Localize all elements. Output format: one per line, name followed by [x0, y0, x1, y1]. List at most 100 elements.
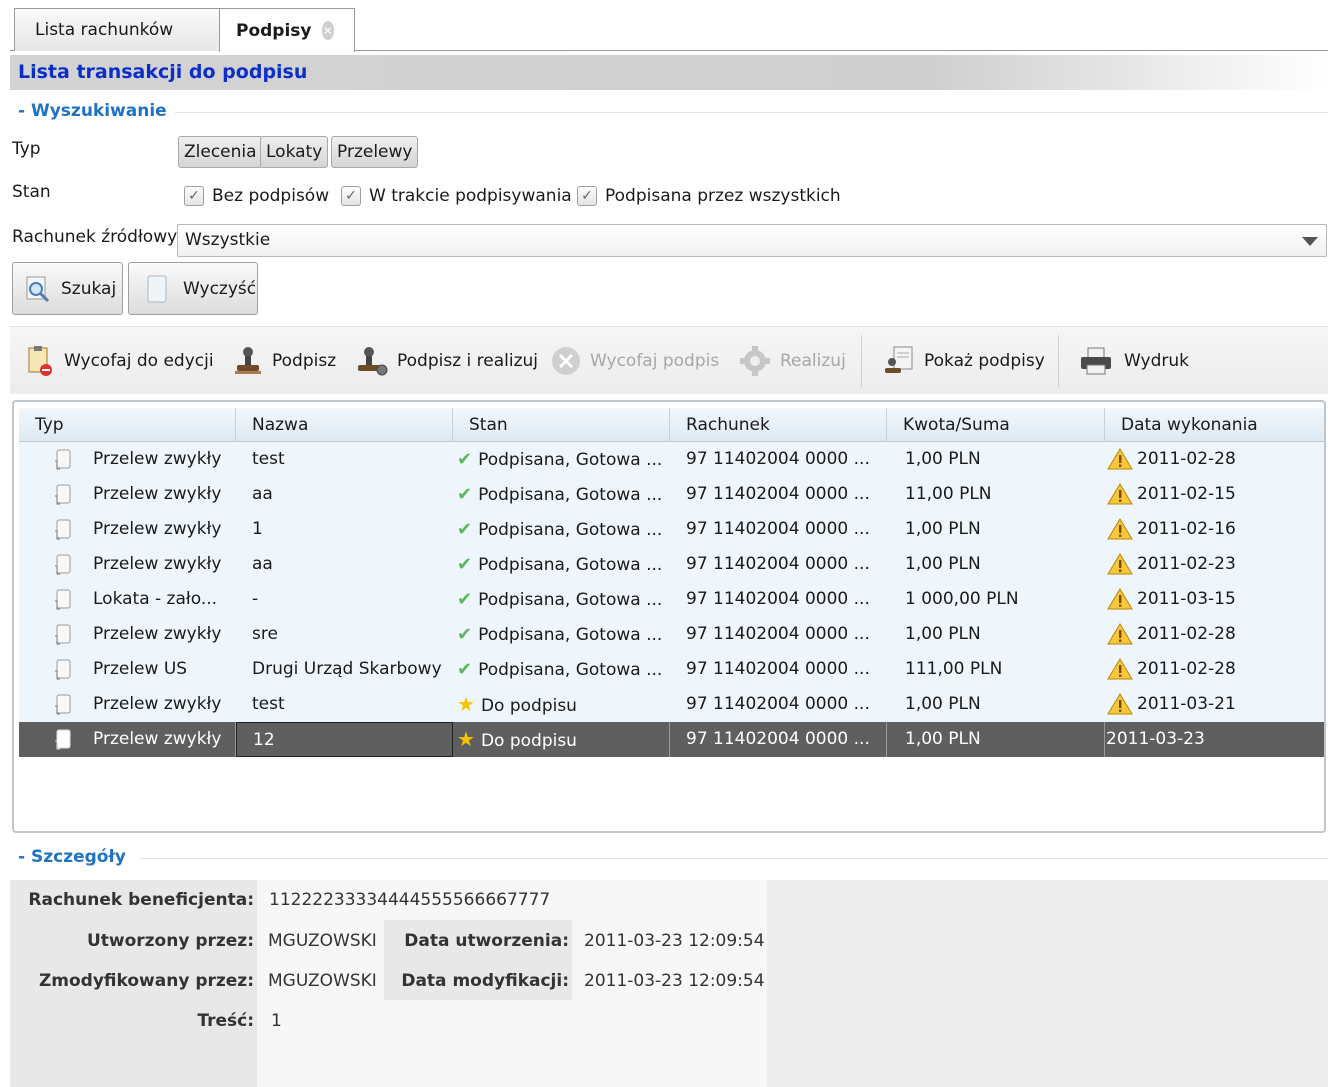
table-row[interactable]: Lokata - zało... - ✔ Podpisana, Gotowa ... 9…: [19, 582, 1324, 617]
print-button[interactable]: Wydruk: [1078, 345, 1189, 377]
cell-stan: ✔ Podpisana, Gotowa ...: [453, 617, 670, 652]
search-button[interactable]: Szukaj: [12, 262, 123, 315]
table-header: Typ Nazwa Stan Rachunek Kwota/Suma Data …: [19, 408, 1324, 442]
button-label: Wyczyść: [183, 278, 257, 299]
warning-icon: [1107, 658, 1133, 680]
cell-kwota: 1,00 PLN: [905, 694, 981, 714]
magnifier-icon: [26, 276, 50, 302]
cell-data-text: 2011-02-23: [1137, 554, 1236, 574]
cell-kwota: 1 000,00 PLN: [905, 589, 1019, 609]
column-header-kwota[interactable]: Kwota/Suma: [887, 408, 1105, 442]
table-row[interactable]: Przelew zwykły test ✔ Podpisana, Gotowa ...…: [19, 442, 1324, 477]
content-value: 1: [271, 1011, 282, 1031]
toolbar-separator: [1058, 335, 1059, 387]
search-section-header[interactable]: - Wyszukiwanie: [18, 101, 167, 121]
checkmark-icon: ✔: [457, 624, 473, 645]
cell-rachunek: 97 11402004 0000 ...: [686, 484, 870, 504]
cell-typ-text: Przelew zwykły: [93, 519, 222, 539]
cell-rachunek: 97 11402004 0000 ...: [670, 722, 887, 757]
cell-kwota: 1,00 PLN: [905, 624, 981, 644]
cell-stan-text: Do podpisu: [480, 696, 577, 716]
close-icon[interactable]: ✕: [321, 21, 334, 40]
checkmark-icon: ✔: [457, 589, 473, 610]
cell-data-text: 2011-03-15: [1137, 589, 1236, 609]
cell-stan-text: Do podpisu: [480, 731, 577, 751]
document-icon: [55, 694, 71, 715]
sign-button[interactable]: Podpisz: [232, 345, 336, 377]
checkbox-w-trakcie-podpisywania[interactable]: ✓ W trakcie podpisywania: [341, 186, 572, 206]
table-row[interactable]: Przelew zwykły sre ✔ Podpisana, Gotowa ... 9…: [19, 617, 1324, 652]
cell-typ: Przelew zwykły: [19, 617, 236, 652]
cell-typ-text: Przelew zwykły: [93, 554, 222, 574]
cell-typ: Przelew zwykły: [19, 722, 236, 757]
withdraw-to-edit-button[interactable]: Wycofaj do edycji: [26, 345, 214, 377]
column-header-stan[interactable]: Stan: [453, 408, 670, 442]
cell-stan-text: Podpisana, Gotowa ...: [478, 625, 663, 645]
tab-podpisy[interactable]: Podpisy ✕: [219, 8, 355, 52]
cell-nazwa: aa: [252, 484, 273, 504]
cell-typ: Przelew zwykły: [19, 442, 236, 477]
warning-icon: [1107, 553, 1133, 575]
typ-label: Typ: [12, 139, 41, 159]
cell-stan-text: Podpisana, Gotowa ...: [478, 450, 663, 470]
checkbox-checkmark-icon[interactable]: ✓: [184, 186, 204, 206]
clear-button[interactable]: Wyczyść: [128, 262, 258, 315]
tab-lista-rachunkow[interactable]: Lista rachunków: [14, 8, 220, 51]
cell-nazwa: -: [252, 589, 259, 609]
toggle-lokaty[interactable]: Lokaty: [260, 136, 329, 168]
table-row[interactable]: Przelew zwykły 12 ★ Do podpisu 97 11402004 0…: [19, 722, 1324, 757]
cell-nazwa: 1: [252, 519, 263, 539]
cell-stan: ✔ Podpisana, Gotowa ...: [453, 547, 670, 582]
table-row[interactable]: Przelew zwykły test ★ Do podpisu 97 11402004…: [19, 687, 1324, 722]
column-header-nazwa[interactable]: Nazwa: [236, 408, 453, 442]
toggle-zlecenia[interactable]: Zlecenia: [178, 136, 263, 168]
column-header-typ[interactable]: Typ: [19, 408, 236, 442]
star-icon: ★: [457, 727, 475, 751]
chevron-down-icon[interactable]: [1302, 237, 1318, 246]
withdraw-signature-button[interactable]: Wycofaj podpis: [550, 345, 719, 377]
beneficiary-value: 11222233334444555566667777: [269, 890, 551, 910]
created-date-label: Data utworzenia:: [404, 931, 569, 951]
table-row[interactable]: Przelew US Drugi Urząd Skarbowy ✔ Podpisana…: [19, 652, 1324, 687]
checkbox-podpisana-przez-wszystkich[interactable]: ✓ Podpisana przez wszystkich: [577, 186, 841, 206]
table-row[interactable]: Przelew zwykły 1 ✔ Podpisana, Gotowa ... 97 …: [19, 512, 1324, 547]
cell-typ-text: Przelew zwykły: [93, 729, 222, 749]
cell-nazwa: test: [252, 449, 285, 469]
show-signatures-button[interactable]: Pokaż podpisy: [882, 345, 1045, 377]
stamp-icon: [235, 347, 261, 374]
table-row[interactable]: Przelew zwykły aa ✔ Podpisana, Gotowa ... 97…: [19, 547, 1324, 582]
button-label: Pokaż podpisy: [924, 351, 1045, 371]
cell-kwota: 1,00 PLN: [887, 722, 1105, 757]
cell-typ-text: Lokata - zało...: [93, 589, 218, 609]
cell-typ-text: Przelew zwykły: [93, 624, 222, 644]
column-header-data[interactable]: Data wykonania: [1105, 408, 1324, 442]
column-header-rachunek[interactable]: Rachunek: [670, 408, 887, 442]
toggle-przelewy[interactable]: Przelewy: [331, 136, 419, 168]
button-label: Wycofaj podpis: [590, 351, 720, 371]
button-label: Podpisz i realizuj: [397, 351, 539, 371]
checkbox-checkmark-icon[interactable]: ✓: [341, 186, 361, 206]
execute-button[interactable]: Realizuj: [738, 345, 846, 377]
details-section-header[interactable]: - Szczegóły: [18, 847, 126, 867]
gear-icon: [740, 346, 770, 376]
rachunek-zrodlowy-select[interactable]: Wszystkie: [177, 224, 1327, 257]
document-icon: [55, 659, 71, 680]
cell-data-text: 2011-02-15: [1137, 484, 1236, 504]
cell-stan: ★ Do podpisu: [453, 722, 670, 757]
checkbox-checkmark-icon[interactable]: ✓: [577, 186, 597, 206]
sign-and-execute-button[interactable]: Podpisz i realizuj: [355, 345, 538, 377]
cell-rachunek: 97 11402004 0000 ...: [686, 694, 870, 714]
cell-typ: Lokata - zało...: [19, 582, 236, 617]
document-icon: [55, 729, 71, 750]
blank-document-icon: [147, 275, 167, 302]
beneficiary-label: Rachunek beneficjenta:: [28, 890, 254, 910]
divider: [140, 858, 1328, 859]
modified-date-value: 2011-03-23 12:09:54: [584, 971, 765, 991]
checkbox-bez-podpisow[interactable]: ✓ Bez podpisów: [184, 186, 329, 206]
action-toolbar: Wycofaj do edycji Podpisz Podpisz i real…: [10, 326, 1328, 394]
cell-typ: Przelew zwykły: [19, 547, 236, 582]
table-row[interactable]: Przelew zwykły aa ✔ Podpisana, Gotowa ... 97…: [19, 477, 1324, 512]
button-label: Podpisz: [272, 351, 337, 371]
checkmark-icon: ✔: [457, 519, 473, 540]
cell-stan-text: Podpisana, Gotowa ...: [478, 590, 663, 610]
